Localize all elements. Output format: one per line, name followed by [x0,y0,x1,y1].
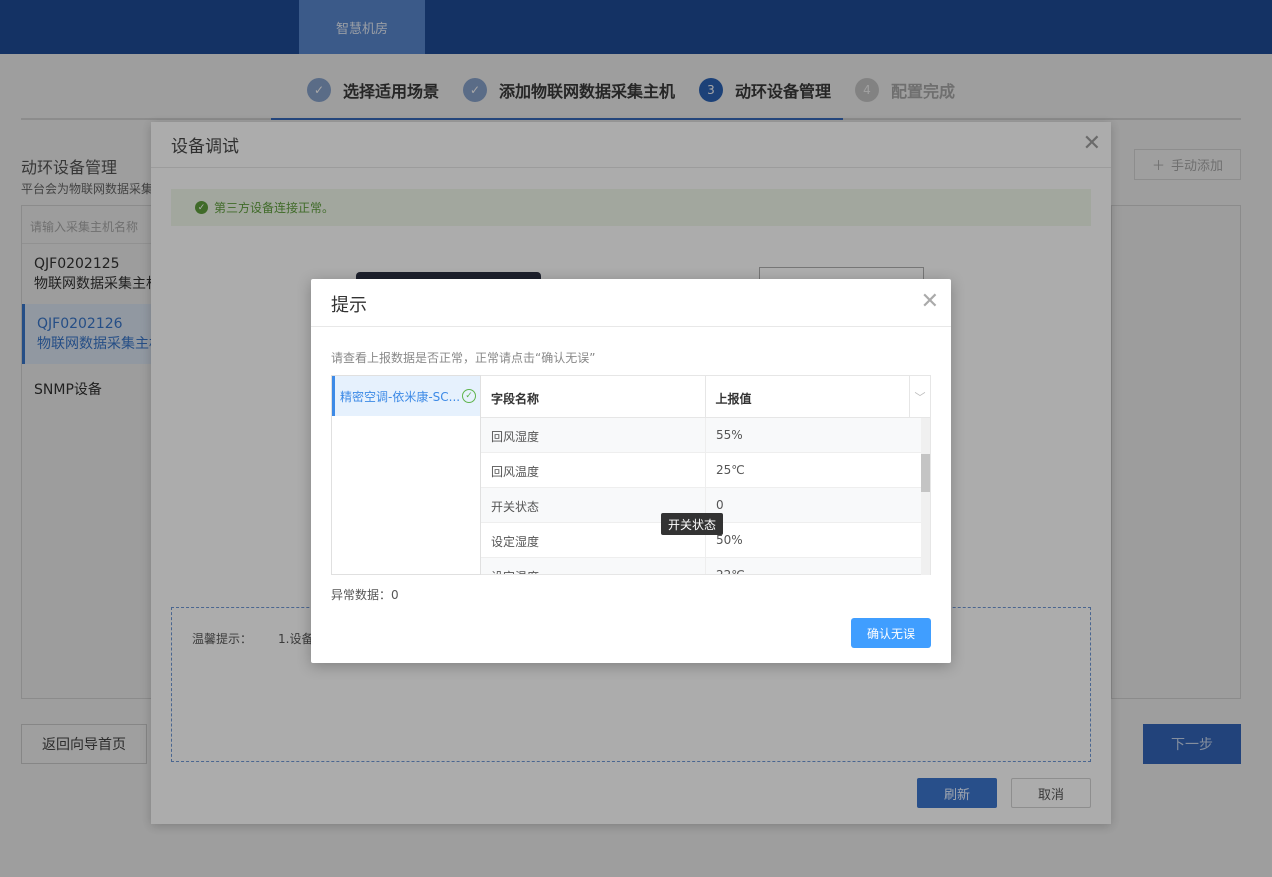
dialog-title: 提示 [311,279,951,327]
device-list: 精密空调-依米康-SC... ✓ [331,375,481,575]
value-cell: 22℃ [716,568,745,575]
dialog-instruction: 请查看上报数据是否正常，正常请点击“确认无误” [331,351,596,365]
confirm-button[interactable]: 确认无误 [851,618,931,648]
column-header-field: 字段名称 [481,376,706,417]
check-circle-icon: ✓ [462,389,476,403]
table-body: 回风湿度 55% 回风温度 25℃ 开关状态 0 设定湿度 50% 设定温度 2… [481,418,930,575]
abnormal-count: 异常数据：0 [331,588,399,602]
value-cell: 25℃ [716,463,745,477]
table-row: 回风湿度 55% [481,418,930,453]
chevron-down-icon[interactable]: ﹀ [910,376,930,417]
column-header-value: 上报值 [706,376,911,417]
table-scrollbar[interactable] [921,418,930,575]
table-row: 回风温度 25℃ [481,453,930,488]
close-icon[interactable]: ✕ [921,289,939,314]
field-cell: 回风湿度 [481,418,706,452]
report-data-table: 字段名称 上报值 ﹀ 回风湿度 55% 回风温度 25℃ 开关状态 0 设定湿度… [481,375,931,575]
table-row: 设定温度 22℃ [481,558,930,575]
table-header: 字段名称 上报值 ﹀ [481,376,930,418]
value-cell: 50% [716,533,743,547]
device-name: 精密空调-依米康-SC... [340,389,461,404]
confirm-data-dialog: 提示 ✕ 请查看上报数据是否正常，正常请点击“确认无误” 精密空调-依米康-SC… [311,279,951,663]
value-cell: 0 [716,498,724,512]
field-cell: 设定温度 [481,558,706,574]
value-cell: 55% [716,428,743,442]
device-item-selected[interactable]: 精密空调-依米康-SC... ✓ [332,376,480,416]
scrollbar-thumb[interactable] [921,454,930,492]
field-cell: 回风温度 [481,453,706,487]
cell-tooltip: 开关状态 [661,513,723,535]
